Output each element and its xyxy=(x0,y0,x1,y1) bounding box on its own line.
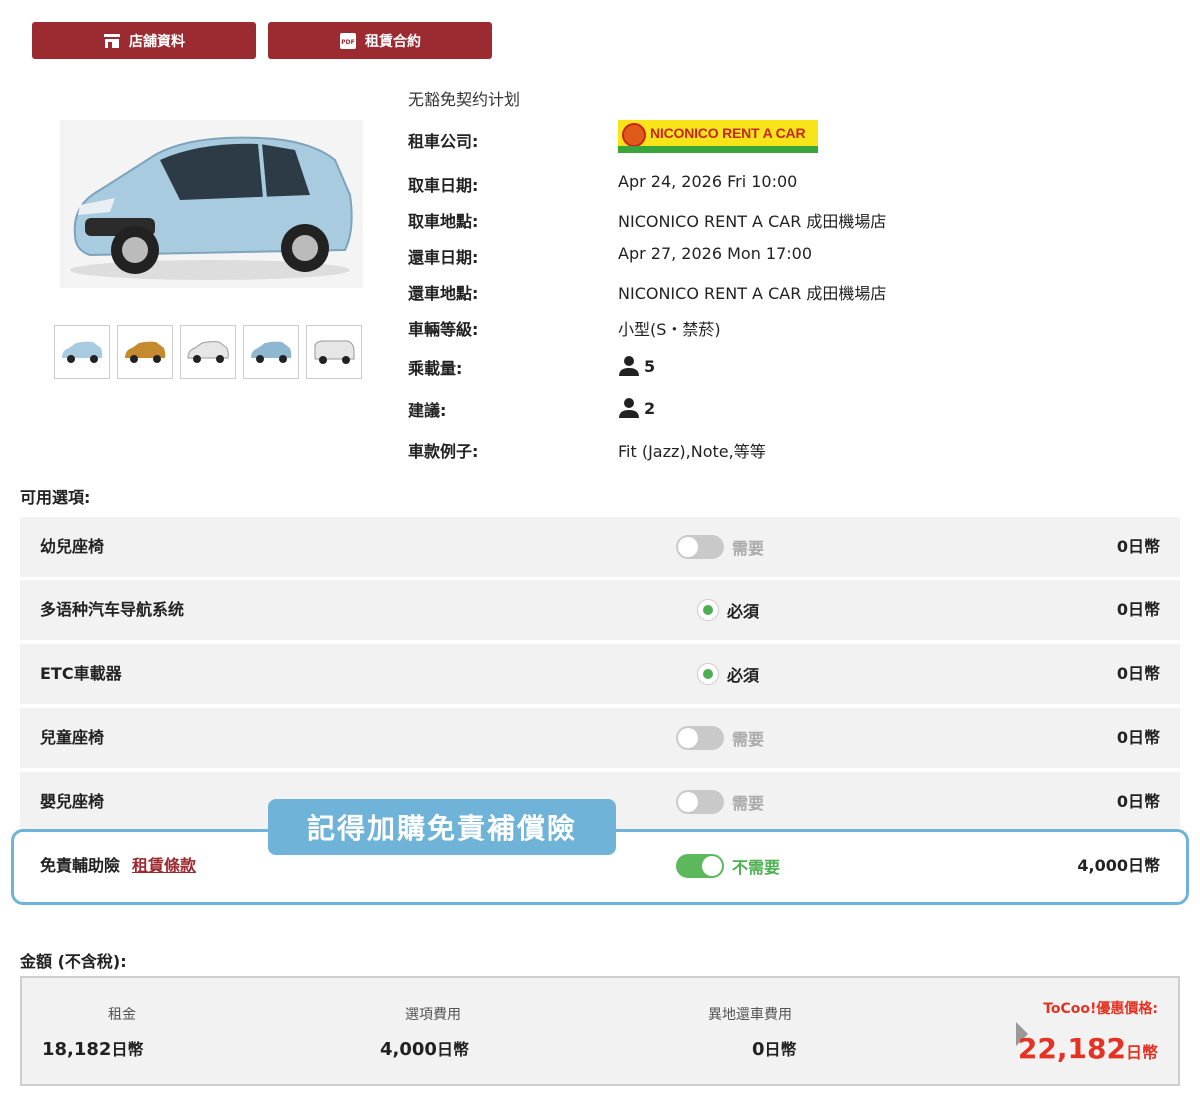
svg-text:PDF: PDF xyxy=(341,39,354,46)
option-price: 0日幣 xyxy=(1116,792,1160,811)
store-icon xyxy=(103,32,121,50)
return-date-label: 還車日期: xyxy=(408,248,479,267)
plan-name: 无豁免契约计划 xyxy=(408,90,521,109)
option-state: 需要 xyxy=(732,539,765,558)
rent-label: 租金 xyxy=(108,1007,136,1023)
option-state: 必須 xyxy=(727,602,760,621)
option-name: 幼兒座椅 xyxy=(40,537,105,556)
contract-button[interactable]: PDF 租賃合約 xyxy=(268,22,492,59)
class-label: 車輛等級: xyxy=(408,320,479,339)
store-info-button[interactable]: 店舖資料 xyxy=(32,22,256,59)
option-name: 嬰兒座椅 xyxy=(40,792,105,811)
dropoff-fee-label: 異地還車費用 xyxy=(708,1007,792,1023)
options-fee-label: 選項費用 xyxy=(405,1007,461,1023)
company-label: 租車公司: xyxy=(408,132,479,151)
pdf-icon: PDF xyxy=(339,32,357,50)
car-thumbnail[interactable] xyxy=(243,325,299,379)
recommended-value: 2 xyxy=(644,398,656,418)
option-price: 0日幣 xyxy=(1116,664,1160,683)
car-main-image xyxy=(60,120,363,288)
option-row: 多语种汽车导航系统 必須 0日幣 xyxy=(20,580,1180,640)
option-state: 需要 xyxy=(732,730,765,749)
capacity-label: 乘載量: xyxy=(408,359,463,378)
option-radio[interactable] xyxy=(697,663,719,685)
option-row: ETC車載器 必須 0日幣 xyxy=(20,644,1180,704)
capacity-value: 5 xyxy=(644,356,656,376)
person-icon xyxy=(619,356,639,376)
models-value: Fit (Jazz),Note,等等 xyxy=(618,442,766,461)
contract-label: 租賃合約 xyxy=(365,33,421,50)
total-title: 金額 (不含稅): xyxy=(20,952,127,971)
option-toggle[interactable] xyxy=(676,726,724,750)
tocoo-price-label: ToCoo!優惠價格: xyxy=(1043,1001,1158,1017)
tocoo-price-value: 22,182日幣 xyxy=(1017,1032,1158,1065)
option-toggle[interactable] xyxy=(676,535,724,559)
annotation-callout: 記得加購免責補償險 xyxy=(268,799,616,855)
store-info-label: 店舖資料 xyxy=(129,33,185,50)
return-place: NICONICO RENT A CAR 成田機場店 xyxy=(618,284,887,303)
car-thumbnail[interactable] xyxy=(306,325,362,379)
option-price: 0日幣 xyxy=(1116,728,1160,747)
option-row: 兒童座椅 需要 0日幣 xyxy=(20,708,1180,768)
car-thumbnails xyxy=(54,325,362,379)
option-name: 多语种汽车导航系统 xyxy=(40,600,185,619)
rent-value: 18,182日幣 xyxy=(42,1039,144,1060)
price-summary: 租金 18,182日幣 選項費用 4,000日幣 異地還車費用 0日幣 ToCo… xyxy=(20,976,1180,1086)
option-price: 0日幣 xyxy=(1116,600,1160,619)
car-thumbnail[interactable] xyxy=(54,325,110,379)
dropoff-fee-value: 0日幣 xyxy=(752,1039,797,1060)
car-class: 小型(S・禁菸) xyxy=(618,320,721,339)
option-row: 幼兒座椅 需要 0日幣 xyxy=(20,517,1180,577)
option-name: 兒童座椅 xyxy=(40,728,105,747)
option-price: 0日幣 xyxy=(1116,537,1160,556)
option-radio[interactable] xyxy=(697,599,719,621)
pickup-place: NICONICO RENT A CAR 成田機場店 xyxy=(618,212,887,231)
option-state: 需要 xyxy=(732,794,765,813)
return-place-label: 還車地點: xyxy=(408,284,479,303)
pickup-date-label: 取車日期: xyxy=(408,176,479,195)
pickup-place-label: 取車地點: xyxy=(408,212,479,231)
option-state: 必須 xyxy=(727,666,760,685)
options-fee-value: 4,000日幣 xyxy=(380,1039,469,1060)
option-name: ETC車載器 xyxy=(40,664,122,683)
car-thumbnail[interactable] xyxy=(180,325,236,379)
niconico-logo: NICONICO RENT A CAR xyxy=(618,120,818,153)
recommended-label: 建議: xyxy=(408,401,447,420)
car-thumbnail[interactable] xyxy=(117,325,173,379)
return-date: Apr 27, 2026 Mon 17:00 xyxy=(618,244,813,263)
option-toggle[interactable] xyxy=(676,790,724,814)
person-icon xyxy=(619,398,639,418)
options-title: 可用選項: xyxy=(20,488,91,507)
models-label: 車款例子: xyxy=(408,442,479,461)
pickup-date: Apr 24, 2026 Fri 10:00 xyxy=(618,172,798,191)
